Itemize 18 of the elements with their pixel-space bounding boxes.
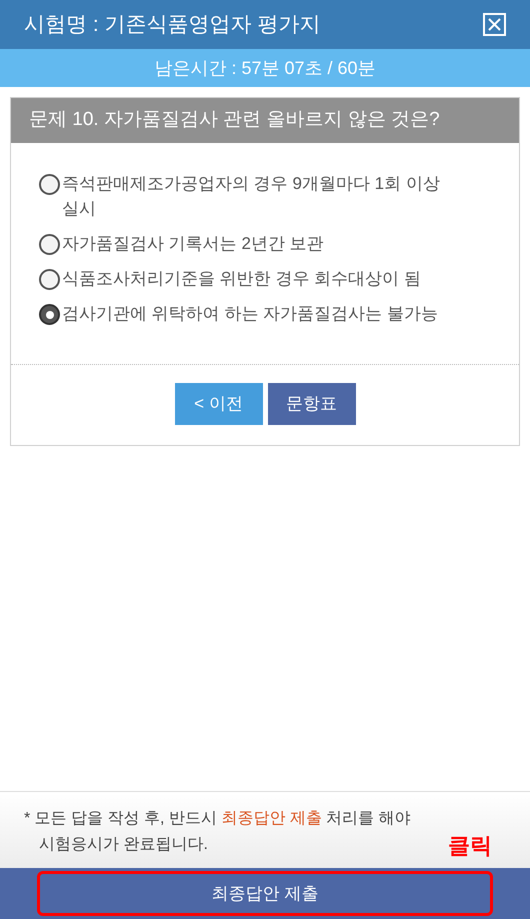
question-list-button[interactable]: 문항표 — [268, 383, 356, 425]
close-button[interactable] — [483, 13, 506, 36]
exam-title: 시험명 : 기존식품영업자 평가지 — [24, 12, 320, 38]
previous-button[interactable]: < 이전 — [174, 383, 262, 425]
radio-button[interactable] — [39, 234, 60, 255]
close-icon — [488, 18, 501, 31]
notice-text: * 모든 답을 작성 후, 반드시 최종답안 제출 처리를 해야 시험응시가 완료됩니다. — [24, 809, 412, 855]
question-title: 문제 10. 자가품질검사 관련 올바르지 않은 것은? — [29, 108, 440, 132]
radio-button[interactable] — [39, 269, 60, 290]
submit-button[interactable]: 최종답안 제출 — [37, 871, 493, 916]
remaining-time: 남은시간 : 57분 07초 / 60분 — [154, 56, 376, 80]
option-text: 검사기관에 위탁하여 하는 자가품질검사는 불가능 — [62, 303, 438, 325]
radio-button[interactable] — [39, 304, 60, 325]
radio-button[interactable] — [39, 174, 60, 195]
option-text: 식품조사처리기준을 위반한 경우 회수대상이 됨 — [62, 268, 421, 290]
option-text: 즉석판매제조가공업자의 경우 9개월마다 1회 이상 실시 — [62, 173, 441, 220]
option-text: 자가품질검사 기록서는 2년간 보관 — [62, 233, 324, 255]
click-annotation: 클릭 — [448, 832, 492, 860]
